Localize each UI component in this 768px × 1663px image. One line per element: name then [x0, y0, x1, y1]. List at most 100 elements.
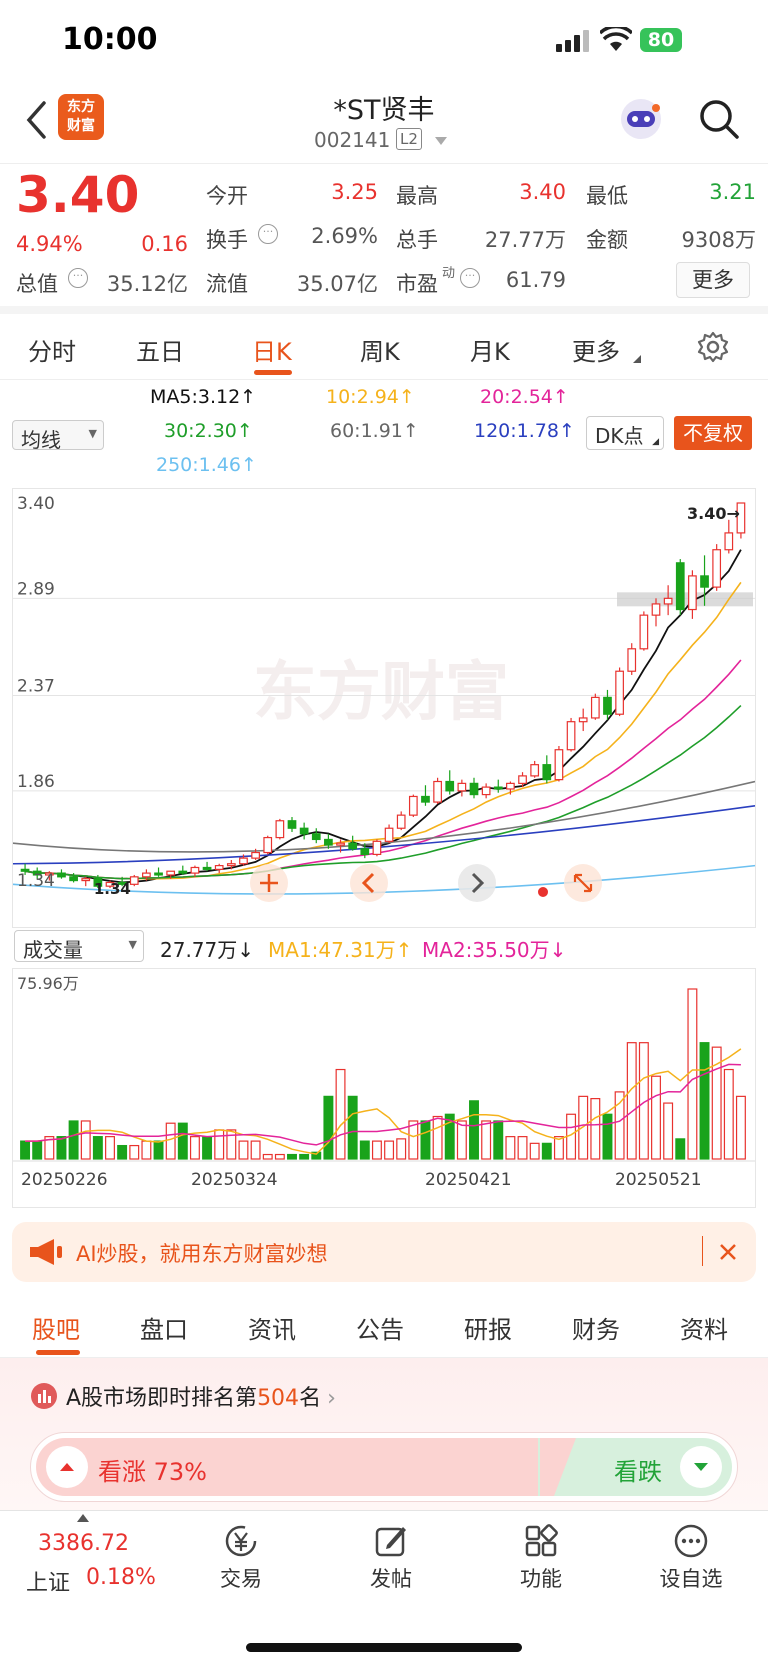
- tab-research[interactable]: 研报: [464, 1310, 512, 1345]
- volume-bar: [396, 1138, 407, 1160]
- volume-bar: [92, 1136, 103, 1160]
- ma-legend: MA5:3.12↑ 10:2.94↑ 20:2.54↑ 均线 ▼ 30:2.30↑…: [0, 380, 768, 484]
- ranking-number: 504: [257, 1386, 300, 1411]
- tab-more[interactable]: 更多: [572, 332, 620, 367]
- tab-finance[interactable]: 财务: [572, 1310, 620, 1345]
- ma5-value: MA5:3.12↑: [150, 386, 257, 408]
- candle: [214, 863, 224, 874]
- volume-bar: [432, 1115, 443, 1160]
- kline-chart[interactable]: 东方财富 3.40 2.89 2.37 1.86 1.34 3.40→ 1.34: [12, 488, 756, 928]
- nav-functions[interactable]: 功能: [486, 1523, 596, 1593]
- volume-bar: [675, 1138, 686, 1160]
- candle: [263, 835, 273, 855]
- back-icon[interactable]: [24, 100, 48, 140]
- float-label: 流值: [206, 272, 248, 296]
- level-badge[interactable]: L2: [396, 128, 422, 150]
- robot-assistant-icon[interactable]: [618, 96, 664, 142]
- volume-bar: [505, 1136, 516, 1160]
- volume-bar: [287, 1153, 297, 1160]
- ma-selector[interactable]: 均线 ▼: [12, 420, 104, 452]
- info-icon[interactable]: ···: [68, 268, 88, 288]
- active-tab-indicator: [254, 370, 292, 375]
- volume-bar: [141, 1140, 152, 1160]
- content-tabs: 股吧 盘口 资讯 公告 研报 财务 资料: [0, 1296, 768, 1358]
- info-icon[interactable]: ···: [460, 268, 480, 288]
- fullscreen-expand-icon[interactable]: [563, 863, 603, 903]
- pe-label: 市盈: [396, 272, 438, 296]
- grid-functions-icon: [525, 1524, 558, 1557]
- price-tick: 2.37: [17, 677, 55, 697]
- volume-bar: [590, 1098, 601, 1160]
- ma250-value: 250:1.46↑: [156, 454, 257, 476]
- candle: [663, 585, 673, 616]
- chevron-right-icon: ›: [327, 1386, 336, 1411]
- volume-bar: [68, 1120, 79, 1160]
- chart-tabs: 分时 五日 日K 周K 月K 更多: [0, 314, 768, 380]
- indicator-selector[interactable]: 成交量 ▼: [14, 930, 144, 962]
- ma60-value: 60:1.91↑: [330, 420, 419, 442]
- dk-point-button[interactable]: DK点 ◢: [586, 416, 664, 450]
- volume-bar: [165, 1122, 176, 1160]
- wifi-icon: [600, 27, 632, 51]
- candle: [287, 817, 297, 832]
- logo-line1: 东方: [67, 99, 95, 115]
- volume-bar: [117, 1144, 128, 1160]
- tab-five-day[interactable]: 五日: [136, 332, 184, 367]
- bearish-icon[interactable]: [680, 1446, 722, 1488]
- index-value[interactable]: 3386.72: [38, 1531, 129, 1556]
- scroll-right-icon[interactable]: [457, 863, 497, 903]
- close-icon[interactable]: [718, 1242, 738, 1262]
- open-value: 3.25: [331, 180, 378, 204]
- plus-zoom-icon[interactable]: [249, 863, 289, 903]
- candle: [445, 770, 455, 795]
- volume-bar: [651, 1075, 661, 1160]
- nav-trade[interactable]: 交易: [186, 1523, 296, 1593]
- nav-post[interactable]: 发帖: [336, 1523, 446, 1593]
- tab-profile[interactable]: 资料: [680, 1310, 728, 1345]
- candle: [299, 822, 309, 840]
- nav-watchlist[interactable]: 设自选: [636, 1523, 746, 1593]
- ma-selector-label: 均线: [21, 428, 61, 452]
- candle: [202, 861, 212, 872]
- high-value: 3.40: [519, 180, 566, 204]
- caret-down-icon[interactable]: [434, 136, 448, 146]
- candle: [129, 874, 139, 887]
- tab-intraday[interactable]: 分时: [28, 332, 76, 367]
- high-label: 最高: [396, 184, 438, 208]
- ranking-text[interactable]: A股市场即时排名第504名 ›: [66, 1380, 336, 1412]
- bullish-icon[interactable]: [46, 1446, 88, 1488]
- volume-bar: [687, 988, 698, 1160]
- index-name: 上证: [26, 1571, 71, 1596]
- volume-bar: [129, 1144, 140, 1160]
- tab-news[interactable]: 资讯: [248, 1310, 296, 1345]
- ai-banner[interactable]: AI炒股，就用东方财富妙想: [12, 1222, 756, 1282]
- info-icon[interactable]: ···: [258, 224, 278, 244]
- date-tick: 20250521: [615, 1170, 702, 1190]
- tab-monthly-k[interactable]: 月K: [470, 332, 510, 367]
- more-dots-icon: [674, 1524, 708, 1558]
- tab-announcements[interactable]: 公告: [356, 1310, 404, 1345]
- search-icon[interactable]: [698, 98, 740, 140]
- event-marker-dot[interactable]: [538, 887, 548, 897]
- volume-bar: [371, 1140, 382, 1160]
- volume-bar: [481, 1120, 492, 1160]
- adjust-mode-button[interactable]: 不复权: [674, 416, 752, 450]
- tab-guba[interactable]: 股吧: [32, 1310, 80, 1345]
- candle: [81, 876, 91, 887]
- candle: [481, 783, 491, 799]
- more-button[interactable]: 更多: [676, 262, 750, 298]
- header: 东方 财富 *ST贤丰 002141 L2: [0, 84, 768, 164]
- dropdown-caret-icon: ▼: [128, 938, 137, 951]
- scroll-left-icon[interactable]: [349, 863, 389, 903]
- app-logo[interactable]: 东方 财富: [58, 94, 104, 140]
- date-axis: 20250226 20250324 20250421 20250521: [21, 1170, 702, 1190]
- float-value: 35.07亿: [296, 272, 378, 296]
- volume-bar: [20, 1140, 31, 1160]
- tab-weekly-k[interactable]: 周K: [360, 332, 400, 367]
- volume-chart[interactable]: 75.96万 20250226 20250324 20250421 20250521: [12, 968, 756, 1208]
- tab-pankou[interactable]: 盘口: [140, 1310, 188, 1345]
- caret-up-icon[interactable]: [76, 1513, 90, 1523]
- volume-bar: [541, 1142, 552, 1160]
- settings-gear-icon[interactable]: [696, 330, 730, 364]
- tab-daily-k[interactable]: 日K: [252, 332, 292, 367]
